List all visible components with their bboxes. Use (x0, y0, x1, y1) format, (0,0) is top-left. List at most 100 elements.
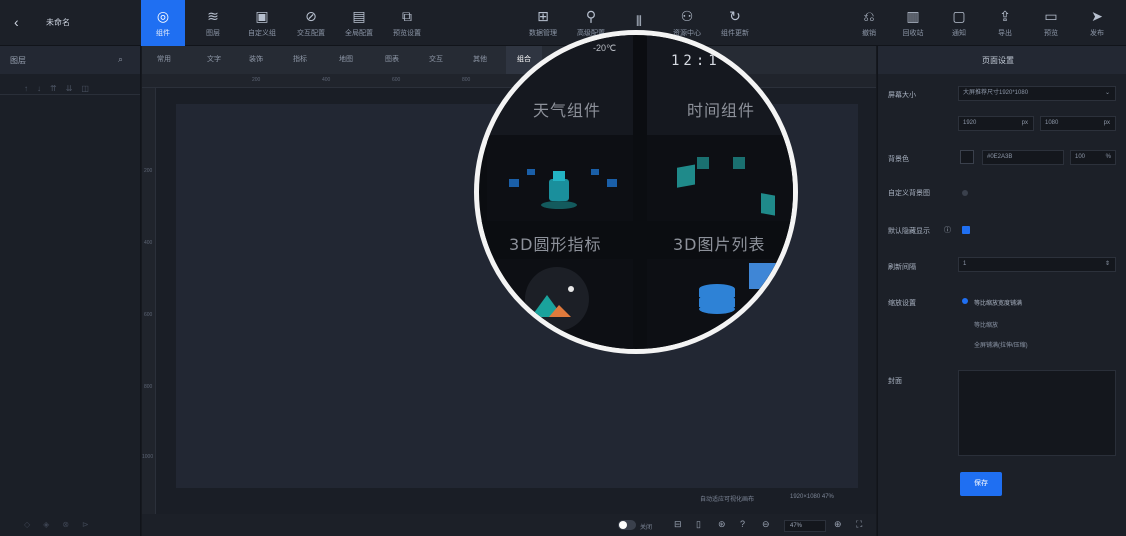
search-icon[interactable]: ⌕ (118, 54, 123, 65)
ruler-tick: 600 (144, 312, 153, 318)
landscape-preview-icon (525, 267, 589, 331)
refresh-interval-label: 刷新间隔 (888, 264, 916, 271)
toolbar-preview-button[interactable]: ▭ 预览 (1029, 0, 1073, 46)
zoom-out-icon[interactable]: ⊖ (762, 519, 770, 530)
tile-label-row: 3D圆形指标 3D图片列表 (479, 221, 793, 259)
ungroup-icon[interactable]: ◈ (43, 520, 62, 529)
tab-text[interactable]: 文字 (196, 46, 232, 74)
toolbar-custom-group-button[interactable]: ▣ 自定义组 (240, 0, 284, 46)
global-config-icon: ▤ (352, 8, 366, 25)
page-settings-title: 页面设置 (982, 56, 1014, 65)
scale-option-3[interactable]: 全屏铺满(拉伸/压缩) (974, 340, 1028, 349)
landscape-component-tile[interactable] (487, 259, 633, 349)
toolbar-global-config-button[interactable]: ▤ 全局配置 (337, 0, 381, 46)
toolbar-components-button[interactable]: ◎ 组件 (141, 0, 185, 46)
layer-down-icon[interactable]: ↓ (37, 84, 50, 93)
ruler-tick: 800 (462, 77, 471, 83)
resource-icon: ⚇ (680, 8, 694, 25)
toolbar-preview-settings-button[interactable]: ⧉ 预览设置 (385, 0, 429, 46)
chevron-down-icon: ⌄ (1104, 90, 1110, 96)
width-value: 1920 (963, 120, 977, 126)
canvas-bottom-bar: 关闭 ⊟ ▯ ⊛ ? ⊖ 47% ⊕ ⛶ (142, 514, 876, 536)
stepper-icon[interactable]: ⇕ (1105, 258, 1110, 271)
weather-component-tile[interactable]: -20℃ 天气组件 (487, 35, 633, 151)
toolbar-publish-button[interactable]: ➤ 发布 (1075, 0, 1119, 46)
toolbar-label: 交互配置 (297, 29, 325, 37)
layout-icon[interactable]: ▯ (696, 519, 701, 530)
layer-tools: ↑↓⇈⇊◫ (24, 84, 98, 93)
time-component-tile[interactable]: 12:1 时间组件 Ti点画布 (647, 35, 793, 151)
toolbar-label: 图层 (206, 29, 220, 37)
3d-circle-indicator-tile[interactable] (487, 135, 633, 221)
time-preview: 12:1 (671, 53, 721, 69)
refresh-interval-input[interactable]: 1 ⇕ (958, 257, 1116, 272)
group-icon[interactable]: ◇ (24, 520, 43, 529)
width-unit: px (1021, 120, 1028, 126)
height-input[interactable]: 1080 px (1040, 116, 1116, 131)
layer-lock-icon[interactable]: ◫ (81, 84, 98, 93)
toolbar-label: 撤销 (862, 29, 876, 37)
layer-up-icon[interactable]: ↑ (24, 84, 37, 93)
refresh-interval-value: 1 (963, 261, 967, 267)
camera-icon[interactable]: ⊛ (718, 519, 726, 530)
bg-color-value: #0E2A3B (987, 154, 1013, 160)
toggle-label: 关闭 (640, 525, 653, 531)
zoom-in-icon[interactable]: ⊕ (834, 519, 842, 530)
scale-radio-selected[interactable] (962, 298, 968, 304)
ruler-tick: 800 (144, 384, 153, 390)
cover-upload-area[interactable] (958, 370, 1116, 456)
database-component-tile[interactable] (647, 259, 793, 349)
tab-map[interactable]: 地图 (328, 46, 364, 74)
delete-icon[interactable]: ⊳ (82, 520, 102, 529)
toolbar-label: 通知 (952, 29, 966, 37)
tab-decoration[interactable]: 装饰 (238, 46, 274, 74)
data-icon: ⊞ (537, 8, 549, 25)
scale-option-2[interactable]: 等比缩放 (974, 320, 998, 329)
publish-icon: ➤ (1091, 8, 1103, 25)
notification-icon: ▢ (952, 8, 966, 25)
opacity-input[interactable]: 100 % (1070, 150, 1116, 165)
toolbar-layers-button[interactable]: ≋ 图层 (191, 0, 235, 46)
opacity-value: 100 (1075, 154, 1086, 160)
toggle-switch[interactable] (618, 520, 636, 530)
toolbar-trash-button[interactable]: ▥ 回收站 (891, 0, 935, 46)
screen-size-select[interactable]: 大屏推荐尺寸1920*1080 ⌄ (958, 86, 1116, 101)
layer-top-icon[interactable]: ⇈ (50, 84, 66, 93)
color-swatch[interactable] (960, 150, 974, 164)
scale-option-1[interactable]: 等比缩放宽度铺满 (974, 298, 1022, 307)
divider (0, 94, 140, 95)
grid-icon[interactable]: ⊟ (674, 519, 682, 530)
components-icon: ◎ (156, 8, 170, 25)
toolbar-notification-button[interactable]: ▢ 通知 (937, 0, 981, 46)
save-button[interactable]: 保存 (960, 472, 1002, 496)
database-preview-icon (699, 284, 735, 314)
bg-color-input[interactable]: #0E2A3B (982, 150, 1064, 165)
tab-common[interactable]: 常用 (146, 46, 182, 74)
toolbar-export-button[interactable]: ⇪ 导出 (983, 0, 1027, 46)
ruler-tick: 200 (252, 77, 261, 83)
time-component-label: 时间组件 (687, 101, 756, 120)
help-icon: ⓘ (944, 227, 951, 234)
help-icon[interactable]: ? (740, 519, 745, 529)
back-arrow-icon[interactable]: ‹ (14, 14, 19, 30)
tab-chart[interactable]: 图表 (374, 46, 410, 74)
ruler-tick: 600 (392, 77, 401, 83)
3d-image-list-tile[interactable] (647, 135, 793, 221)
toolbar-undo-button[interactable]: ⎌ 撤销 (847, 0, 891, 46)
ruler-tick: 1000 (142, 454, 154, 460)
toolbar-label: 导出 (998, 29, 1012, 37)
tab-indicator[interactable]: 指标 (282, 46, 318, 74)
fit-screen-icon[interactable]: ⛶ (856, 519, 862, 530)
width-input[interactable]: 1920 px (958, 116, 1034, 131)
page-settings-header: 页面设置 (878, 46, 1126, 74)
tab-interaction[interactable]: 交互 (418, 46, 454, 74)
layer-bottom-icon[interactable]: ⇊ (66, 84, 82, 93)
toolbar-interaction-button[interactable]: ⊘ 交互配置 (289, 0, 333, 46)
auto-hide-label: 默认隐藏显示 (888, 228, 930, 235)
hide-icon[interactable]: ⊗ (62, 520, 82, 529)
bg-image-toggle[interactable] (962, 190, 968, 196)
auto-hide-checkbox[interactable] (962, 226, 970, 234)
preview-settings-icon: ⧉ (402, 8, 412, 25)
zoom-input[interactable]: 47% (784, 520, 826, 532)
magnifier-lens: -20℃ 天气组件 12:1 时间组件 Ti点画布 3D圆形指标 3D图片列表 (474, 30, 798, 354)
